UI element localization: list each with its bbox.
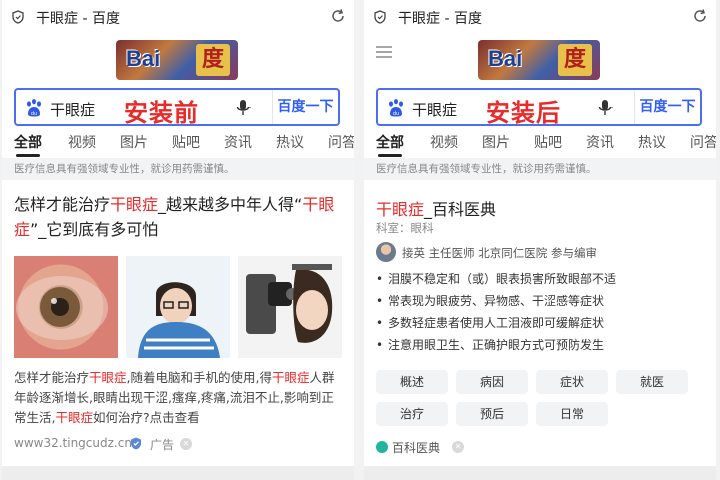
summary-highlight: 干眼症 [271, 370, 310, 385]
eye-closeup-image[interactable] [14, 256, 118, 358]
chip-treatment[interactable]: 治疗 [376, 402, 448, 426]
eye-exam-image[interactable] [238, 256, 342, 358]
svg-text:du: du [393, 111, 399, 117]
result-image-row [14, 256, 342, 358]
tired-person-image[interactable] [126, 256, 230, 358]
ad-badge: 广告 [150, 438, 175, 452]
medical-notice: 医疗信息具有强领域专业性，就诊用药需谨慎。 [364, 158, 716, 180]
tab-images[interactable]: 图片 [482, 132, 510, 152]
tab-qa[interactable]: 问答 [328, 132, 354, 152]
search-button[interactable]: 百度一下 [634, 90, 700, 124]
title-text: _百科医典 [424, 200, 497, 219]
doctor-reviewer[interactable]: 接英 主任医师 北京同仁医院 参与编审 [402, 245, 597, 261]
summary-text: 怎样才能治疗 [14, 370, 90, 385]
baidu-doodle-logo[interactable]: Bai 度 [478, 40, 600, 80]
result-source-url[interactable]: www32.tingcudz.cn [14, 436, 132, 450]
menu-icon[interactable] [376, 46, 392, 58]
baike-source-label[interactable]: 百科医典 [392, 439, 440, 456]
logo-du: 度 [196, 44, 230, 76]
title-text: ”_它到底有多可怕 [30, 220, 159, 239]
baike-result-title[interactable]: 干眼症_百科医典 [376, 196, 496, 220]
tab-all[interactable]: 全部 [376, 132, 404, 157]
title-highlight: 干眼症 [110, 195, 159, 214]
list-item: 泪膜不稳定和（或）眼表损害所致眼部不适 [376, 268, 708, 290]
chip-cause[interactable]: 病因 [456, 370, 528, 394]
doctor-avatar [376, 242, 396, 262]
list-item: 多数轻症患者使用人工泪液即可缓解症状 [376, 312, 708, 334]
search-nav-tabs: 全部 视频 图片 贴吧 资讯 热议 问答 [2, 132, 354, 157]
title-highlight: 干眼症 [376, 200, 425, 219]
search-nav-tabs: 全部 视频 图片 贴吧 资讯 热议 问答 [364, 132, 716, 157]
tab-images[interactable]: 图片 [120, 132, 148, 152]
tab-discussion[interactable]: 热议 [638, 132, 666, 152]
chip-see-doctor[interactable]: 就医 [616, 370, 688, 394]
list-item: 注意用眼卫生、正确护眼方式可预防发生 [376, 334, 708, 356]
tab-title: 干眼症 - 百度 [36, 11, 120, 27]
summary-text: ,随着电脑和手机的使用,得 [126, 370, 272, 385]
key-points-list: 泪膜不稳定和（或）眼表损害所致眼部不适 常表现为眼疲劳、异物感、干涩感等症状 多… [376, 268, 708, 356]
baidu-paw-icon: du [27, 99, 41, 117]
baidu-paw-icon: du [389, 99, 403, 117]
microphone-icon[interactable] [234, 99, 252, 117]
tab-video[interactable]: 视频 [430, 132, 458, 152]
before-install-screen: 干眼症 - 百度 Bai 度 du 干眼症 安装前 百度一下 全部 视频 图片 [2, 0, 354, 480]
summary-text: 如何治疗?点击查看 [93, 410, 200, 425]
tab-tieba[interactable]: 贴吧 [172, 132, 200, 152]
next-result-divider [2, 466, 354, 480]
search-button[interactable]: 百度一下 [272, 90, 338, 124]
microphone-icon[interactable] [596, 99, 614, 117]
shield-icon [374, 10, 386, 24]
before-install-label: 安装前 [124, 99, 199, 127]
logo-du: 度 [558, 44, 592, 76]
tab-video[interactable]: 视频 [68, 132, 96, 152]
svg-text:du: du [31, 111, 37, 117]
chip-symptoms[interactable]: 症状 [536, 370, 608, 394]
title-text: 怎样才能治疗 [14, 195, 111, 214]
tab-all[interactable]: 全部 [14, 132, 42, 157]
chip-prognosis[interactable]: 预后 [456, 402, 528, 426]
tab-news[interactable]: 资讯 [586, 132, 614, 152]
after-install-label: 安装后 [486, 99, 561, 127]
baike-source-icon [376, 441, 388, 453]
after-install-screen: 干眼症 - 百度 Bai 度 du 干眼症 安装后 百度一下 全部 视频 图片 … [364, 0, 716, 480]
summary-highlight: 干眼症 [55, 410, 93, 425]
department-label: 科室：眼科 [376, 221, 434, 235]
summary-highlight: 干眼症 [89, 370, 127, 385]
search-box[interactable]: du 干眼症 安装前 百度一下 [14, 88, 340, 127]
ad-result-summary: 怎样才能治疗干眼症,随着电脑和手机的使用,得干眼症人群年龄逐渐增长,眼睛出现干涩… [14, 368, 346, 428]
tab-tieba[interactable]: 贴吧 [534, 132, 562, 152]
tab-discussion[interactable]: 热议 [276, 132, 304, 152]
tab-title: 干眼症 - 百度 [398, 11, 482, 27]
search-box[interactable]: du 干眼症 安装后 百度一下 [376, 88, 702, 127]
medical-notice: 医疗信息具有强领域专业性，就诊用药需谨慎。 [2, 158, 354, 180]
list-item: 常表现为眼疲劳、异物感、干涩感等症状 [376, 290, 708, 312]
reload-icon[interactable] [692, 8, 708, 24]
chip-daily-care[interactable]: 日常 [536, 402, 608, 426]
chip-overview[interactable]: 概述 [376, 370, 448, 394]
logo-text: Bai [126, 46, 161, 71]
tab-qa[interactable]: 问答 [690, 132, 716, 152]
search-query[interactable]: 干眼症 [412, 99, 457, 120]
browser-topbar: 干眼症 - 百度 [364, 0, 716, 34]
next-result-divider [364, 466, 716, 480]
verified-shield-icon [131, 437, 141, 450]
logo-text: Bai [488, 46, 523, 71]
baidu-doodle-logo[interactable]: Bai 度 [116, 40, 238, 80]
tab-news[interactable]: 资讯 [224, 132, 252, 152]
shield-icon [12, 10, 24, 24]
ad-result-title[interactable]: 怎样才能治疗干眼症_越来越多中年人得“干眼症”_它到底有多可怕 [14, 192, 344, 242]
browser-topbar: 干眼症 - 百度 [2, 0, 354, 34]
search-query[interactable]: 干眼症 [50, 99, 95, 120]
title-text: _越来越多中年人得“ [158, 195, 303, 214]
reload-icon[interactable] [330, 8, 346, 24]
dismiss-icon[interactable]: ✕ [452, 441, 464, 453]
dismiss-ad-icon[interactable]: ✕ [180, 438, 192, 450]
